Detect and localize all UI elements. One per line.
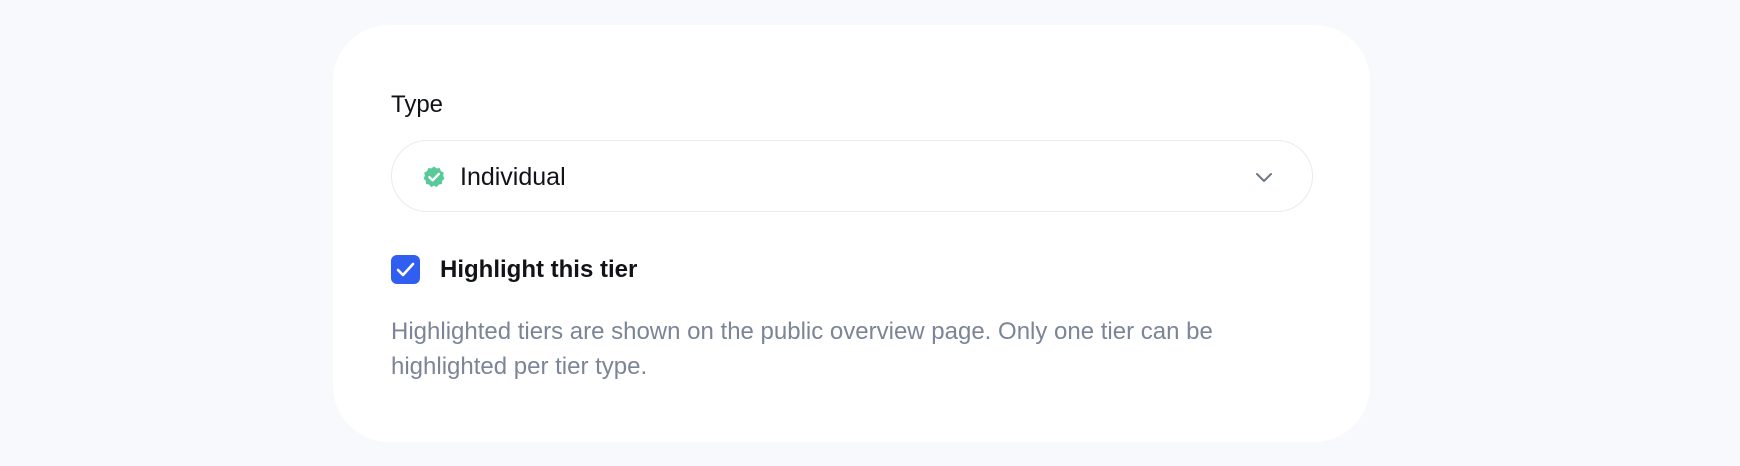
type-label: Type (391, 91, 444, 118)
highlight-tier-checkbox[interactable] (391, 255, 420, 284)
type-select-value: Individual (460, 163, 566, 191)
checkmark-icon (396, 262, 415, 277)
highlight-help-text: Highlighted tiers are shown on the publi… (391, 318, 1213, 380)
type-select[interactable]: Individual (391, 140, 1313, 212)
verified-badge-icon (422, 165, 446, 189)
chevron-down-icon (1254, 167, 1274, 187)
tier-type-card: Type Individual Highlight this tier High… (333, 25, 1370, 442)
highlight-tier-label[interactable]: Highlight this tier (440, 254, 637, 286)
